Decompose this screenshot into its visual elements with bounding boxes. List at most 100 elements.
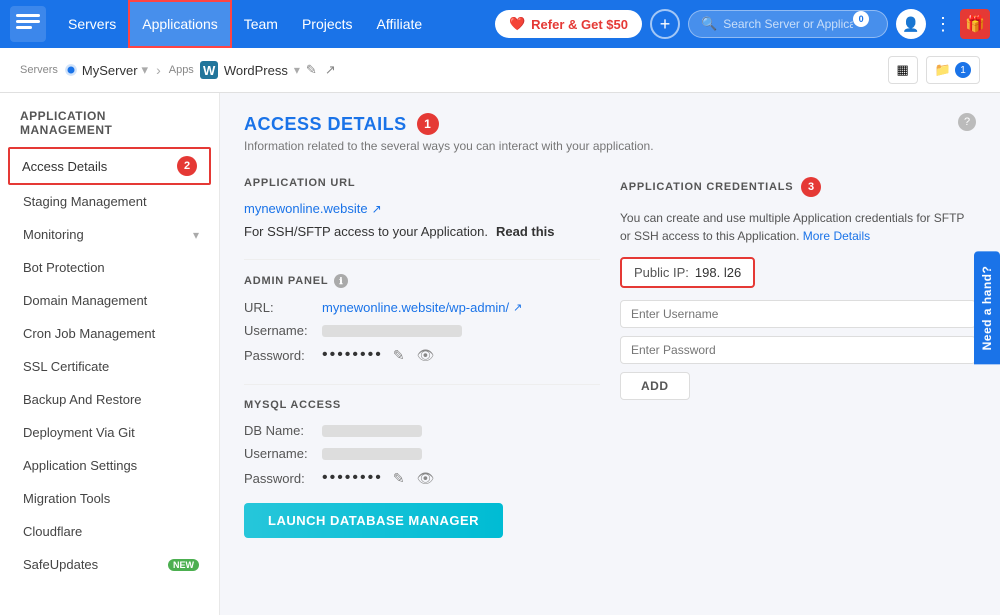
mysql-username-value bbox=[322, 448, 422, 460]
app-selector[interactable]: W WordPress ▾ bbox=[200, 61, 300, 79]
db-name-row: DB Name: bbox=[244, 423, 600, 438]
two-column-layout: APPLICATION URL mynewonline.website ↗ Fo… bbox=[244, 177, 976, 558]
apps-label: Apps bbox=[169, 64, 194, 76]
app-name: WordPress bbox=[224, 63, 288, 78]
avatar[interactable]: 👤 bbox=[896, 9, 926, 39]
admin-username-value bbox=[322, 325, 462, 337]
right-column: APPLICATION CREDENTIALS 3 You can create… bbox=[620, 177, 976, 558]
admin-url-row: URL: mynewonline.website/wp-admin/ ↗ bbox=[244, 300, 600, 315]
app-url-heading: APPLICATION URL bbox=[244, 177, 600, 189]
mysql-username-row: Username: bbox=[244, 446, 600, 461]
admin-panel-heading: ADMIN PANEL ℹ bbox=[244, 274, 600, 288]
public-ip-box: Public IP: 198. l26 bbox=[620, 257, 755, 288]
page-title: ACCESS DETAILS 1 bbox=[244, 113, 654, 135]
admin-panel-section: ADMIN PANEL ℹ URL: mynewonline.website/w… bbox=[244, 274, 600, 364]
edit-password-button[interactable]: ✎ bbox=[391, 347, 407, 364]
mysql-heading: MYSQL ACCESS bbox=[244, 399, 600, 411]
top-navigation: Servers Applications Team Projects Affil… bbox=[0, 0, 1000, 48]
admin-password-row: Password: •••••••• ✎ 👁 bbox=[244, 346, 600, 364]
logo[interactable] bbox=[10, 6, 46, 42]
new-badge: NEW bbox=[168, 559, 199, 571]
edit-icon[interactable]: ✎ bbox=[306, 62, 317, 78]
main-layout: Application Management Access Details 2 … bbox=[0, 93, 1000, 615]
app-url-link[interactable]: mynewonline.website ↗ bbox=[244, 201, 382, 216]
sidebar-item-access-details[interactable]: Access Details 2 bbox=[8, 147, 211, 185]
credentials-heading: APPLICATION CREDENTIALS 3 bbox=[620, 177, 976, 197]
sidebar-item-backup[interactable]: Backup And Restore bbox=[0, 383, 219, 416]
servers-label: Servers bbox=[20, 64, 58, 76]
sidebar-item-staging[interactable]: Staging Management bbox=[0, 185, 219, 218]
sidebar-badge-2: 2 bbox=[177, 156, 197, 176]
credential-password-input[interactable] bbox=[620, 336, 976, 364]
refer-button[interactable]: ❤️ Refer & Get $50 bbox=[495, 10, 642, 38]
db-name-value bbox=[322, 425, 422, 437]
list-view-button[interactable]: 📁 1 bbox=[926, 56, 980, 84]
sidebar-item-monitoring[interactable]: Monitoring ▾ bbox=[0, 218, 219, 251]
admin-info-icon[interactable]: ℹ bbox=[334, 274, 348, 288]
sidebar-item-deployment[interactable]: Deployment Via Git bbox=[0, 416, 219, 449]
mysql-edit-password-button[interactable]: ✎ bbox=[391, 470, 407, 487]
sidebar-item-cron[interactable]: Cron Job Management bbox=[0, 317, 219, 350]
server-selector[interactable]: MyServer ▾ bbox=[64, 62, 148, 78]
main-content: Need a hand? ACCESS DETAILS 1 Informatio… bbox=[220, 93, 1000, 615]
help-icon[interactable]: ? bbox=[958, 113, 976, 131]
nav-item-applications[interactable]: Applications bbox=[128, 0, 232, 48]
gift-icon[interactable]: 🎁 bbox=[960, 9, 990, 39]
chevron-down-icon: ▾ bbox=[193, 228, 199, 242]
search-count-badge: 0 bbox=[853, 11, 869, 27]
plus-button[interactable]: + bbox=[650, 9, 680, 39]
server-breadcrumb: Servers MyServer ▾ bbox=[20, 62, 148, 78]
left-column: APPLICATION URL mynewonline.website ↗ Fo… bbox=[244, 177, 600, 558]
breadcrumb-arrow: › bbox=[156, 62, 161, 78]
app-url-section: APPLICATION URL mynewonline.website ↗ Fo… bbox=[244, 177, 600, 239]
nav-item-servers[interactable]: Servers bbox=[56, 0, 128, 48]
more-details-link[interactable]: More Details bbox=[803, 229, 870, 243]
sidebar: Application Management Access Details 2 … bbox=[0, 93, 220, 615]
mysql-password-dots: •••••••• bbox=[322, 469, 383, 487]
nav-item-projects[interactable]: Projects bbox=[290, 0, 365, 48]
app-chevron-down-icon[interactable]: ▾ bbox=[294, 63, 300, 77]
grid-view-button[interactable]: ▦ bbox=[888, 56, 918, 84]
app-breadcrumb: Apps W WordPress ▾ ✎ ↗ bbox=[169, 61, 336, 79]
read-this-link[interactable]: Read this bbox=[496, 224, 555, 239]
show-password-button[interactable]: 👁 bbox=[415, 347, 437, 364]
sidebar-item-app-settings[interactable]: Application Settings bbox=[0, 449, 219, 482]
more-options-icon[interactable]: ⋮ bbox=[934, 14, 952, 35]
badge-3: 3 bbox=[801, 177, 821, 197]
nav-item-affiliate[interactable]: Affiliate bbox=[365, 0, 435, 48]
breadcrumb: Servers MyServer ▾ › Apps W WordPress ▾ … bbox=[0, 48, 1000, 93]
search-bar[interactable]: 🔍 0 bbox=[688, 10, 888, 38]
mysql-section: MYSQL ACCESS DB Name: Username: Password… bbox=[244, 399, 600, 538]
grid-view-icon: ▦ bbox=[897, 62, 909, 78]
launch-database-button[interactable]: LAUNCH DATABASE MANAGER bbox=[244, 503, 503, 538]
badge-1: 1 bbox=[417, 113, 439, 135]
mysql-show-password-button[interactable]: 👁 bbox=[415, 470, 437, 487]
add-credential-button[interactable]: ADD bbox=[620, 372, 690, 400]
chevron-down-icon[interactable]: ▾ bbox=[142, 62, 149, 78]
sidebar-title: Application Management bbox=[0, 109, 219, 147]
folder-icon: 📁 bbox=[935, 62, 951, 78]
svg-text:W: W bbox=[203, 63, 216, 78]
admin-url-link[interactable]: mynewonline.website/wp-admin/ ↗ bbox=[322, 300, 522, 315]
nav-item-team[interactable]: Team bbox=[232, 0, 290, 48]
need-a-hand-button[interactable]: Need a hand? bbox=[974, 251, 1000, 364]
sidebar-item-domain[interactable]: Domain Management bbox=[0, 284, 219, 317]
external-link-icon[interactable]: ↗ bbox=[325, 62, 336, 78]
search-icon: 🔍 bbox=[701, 16, 717, 32]
external-link-icon: ↗ bbox=[372, 202, 382, 216]
credentials-description: You can create and use multiple Applicat… bbox=[620, 209, 976, 245]
search-input[interactable] bbox=[723, 17, 853, 31]
sidebar-item-safeupdates[interactable]: SafeUpdates NEW bbox=[0, 548, 219, 581]
mysql-password-row: Password: •••••••• ✎ 👁 bbox=[244, 469, 600, 487]
sidebar-item-ssl[interactable]: SSL Certificate bbox=[0, 350, 219, 383]
username-input[interactable] bbox=[620, 300, 976, 328]
ssh-access-row: For SSH/SFTP access to your Application.… bbox=[244, 224, 600, 239]
admin-username-row: Username: bbox=[244, 323, 600, 338]
admin-password-dots: •••••••• bbox=[322, 346, 383, 364]
sidebar-item-bot-protection[interactable]: Bot Protection bbox=[0, 251, 219, 284]
sidebar-item-cloudflare[interactable]: Cloudflare bbox=[0, 515, 219, 548]
server-name: MyServer bbox=[82, 63, 138, 78]
sidebar-item-migration[interactable]: Migration Tools bbox=[0, 482, 219, 515]
app-url-row: mynewonline.website ↗ bbox=[244, 201, 600, 216]
external-link-icon: ↗ bbox=[513, 301, 522, 314]
